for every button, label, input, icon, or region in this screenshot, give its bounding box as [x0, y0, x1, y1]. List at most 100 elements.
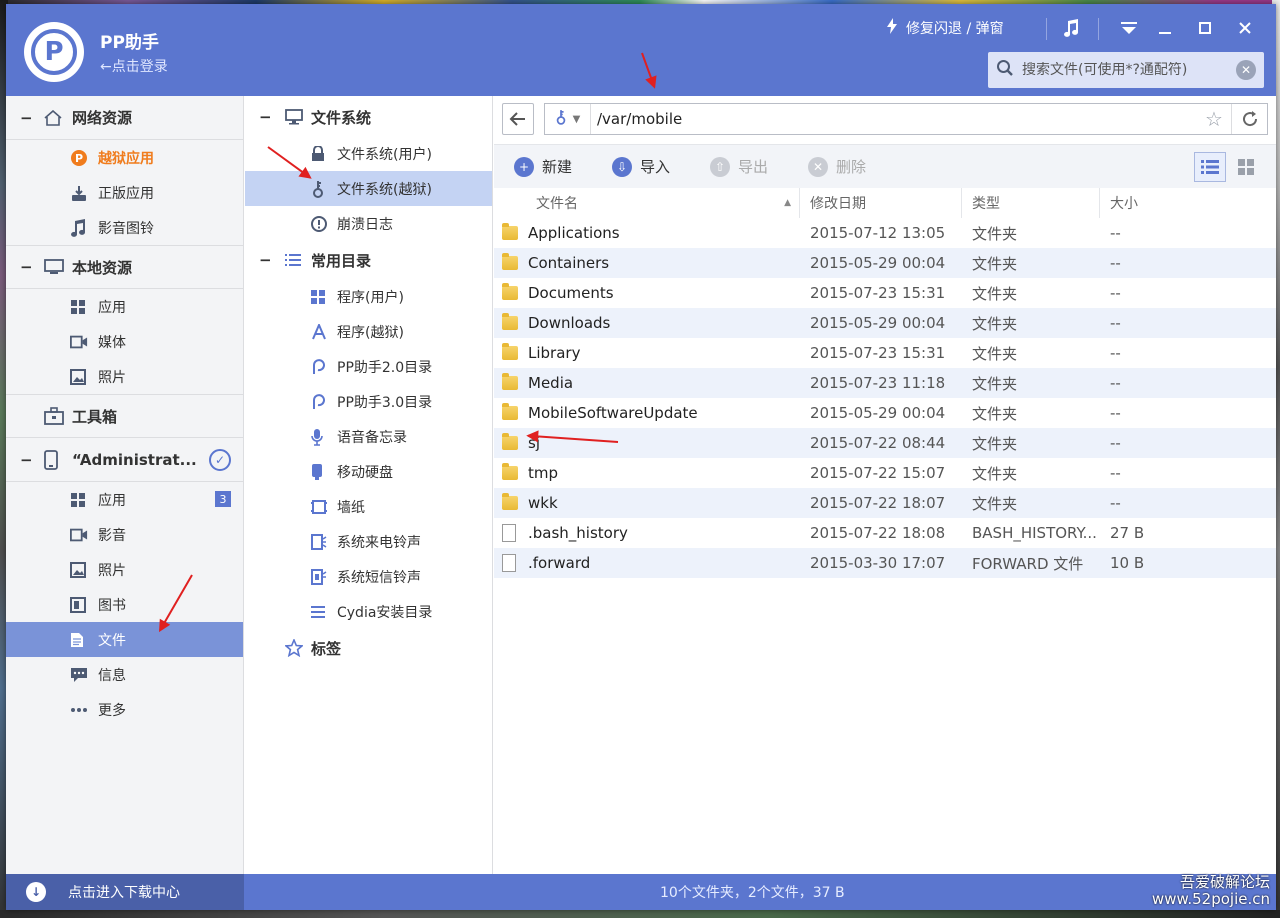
table-row[interactable]: Containers 2015-05-29 00:04 文件夹 --	[494, 248, 1276, 278]
search-input[interactable]	[1022, 62, 1236, 78]
list-view-icon[interactable]	[1194, 152, 1226, 182]
maximize-icon[interactable]	[1190, 14, 1220, 42]
nav-item-device-files[interactable]: 文件	[6, 622, 243, 657]
tree-item-wallpaper[interactable]: 墙纸	[245, 489, 492, 524]
collapse-icon[interactable]: −	[259, 108, 273, 126]
file-name-cell: .bash_history	[494, 524, 800, 542]
table-row[interactable]: Media 2015-07-23 11:18 文件夹 --	[494, 368, 1276, 398]
nav-item-device-media[interactable]: 影音	[6, 517, 243, 552]
video-camera-icon	[70, 528, 88, 542]
column-header-size[interactable]: 大小	[1100, 188, 1250, 218]
clear-search-icon[interactable]: ✕	[1236, 60, 1256, 80]
nav-section-device[interactable]: − “Administrat... ✓	[6, 438, 243, 482]
minimize-icon[interactable]	[1150, 14, 1180, 42]
nav-item-local-media[interactable]: 媒体	[6, 324, 243, 359]
tree-item-sms-ringtones[interactable]: 系统短信铃声	[245, 559, 492, 594]
tree-section-filesystem[interactable]: − 文件系统	[245, 98, 492, 136]
tree-item-cydia-dir[interactable]: Cydia安装目录	[245, 594, 492, 629]
nav-item-local-apps[interactable]: 应用	[6, 289, 243, 324]
table-row[interactable]: .bash_history 2015-07-22 18:08 BASH_HISTOR…	[494, 518, 1276, 548]
nav-section-local[interactable]: − 本地资源	[6, 245, 243, 289]
photo-icon	[70, 368, 88, 385]
file-name-cell: Documents	[494, 283, 800, 302]
folder-icon	[502, 433, 518, 450]
nav-item-genuine-apps[interactable]: 正版应用	[6, 175, 243, 210]
file-name: tmp	[528, 464, 559, 482]
table-row[interactable]: sj 2015-07-22 08:44 文件夹 --	[494, 428, 1276, 458]
tree-item-apps-user[interactable]: 程序(用户)	[245, 279, 492, 314]
grid-view-icon[interactable]	[1230, 152, 1262, 182]
app-store-a-icon	[311, 323, 327, 340]
path-input[interactable]	[591, 110, 1197, 128]
collapse-icon[interactable]: −	[20, 258, 33, 276]
tree-item-label: 文件系统(越狱)	[337, 181, 432, 198]
login-link[interactable]: ←点击登录	[100, 56, 168, 76]
file-size-cell: --	[1110, 254, 1121, 272]
tree-item-pp2-dir[interactable]: PP助手2.0目录	[245, 349, 492, 384]
nav-item-device-apps[interactable]: 应用 3	[6, 482, 243, 517]
import-button[interactable]: ⇩ 导入	[612, 156, 670, 177]
message-icon	[70, 667, 88, 683]
tree-item-label: PP助手2.0目录	[337, 359, 433, 376]
download-center-button[interactable]: ↓ 点击进入下载中心	[6, 874, 244, 910]
more-dots-icon	[70, 707, 88, 713]
column-header-name[interactable]: 文件名 ▲	[494, 188, 800, 218]
alert-circle-icon	[311, 215, 327, 232]
table-row[interactable]: tmp 2015-07-22 15:07 文件夹 --	[494, 458, 1276, 488]
tree-item-mobile-disk[interactable]: 移动硬盘	[245, 454, 492, 489]
tree-item-call-ringtones[interactable]: 系统来电铃声	[245, 524, 492, 559]
delete-button[interactable]: ✕ 删除	[808, 156, 866, 177]
table-row[interactable]: Applications 2015-07-12 13:05 文件夹 --	[494, 218, 1276, 248]
table-row[interactable]: Documents 2015-07-23 15:31 文件夹 --	[494, 278, 1276, 308]
tree-item-voice-memos[interactable]: 语音备忘录	[245, 419, 492, 454]
column-header-type[interactable]: 类型	[962, 188, 1100, 218]
back-button[interactable]	[502, 103, 534, 135]
nav-item-device-more[interactable]: 更多	[6, 692, 243, 727]
file-toolbar: + 新建 ⇩ 导入 ⇧ 导出 ✕ 删除	[494, 144, 1276, 188]
collapse-icon[interactable]: −	[20, 451, 33, 469]
nav-section-toolbox[interactable]: 工具箱	[6, 394, 243, 438]
nav-item-media-ringtones[interactable]: 影音图铃	[6, 210, 243, 245]
tree-section-common[interactable]: − 常用目录	[245, 241, 492, 279]
nav-item-jailbreak-apps[interactable]: P 越狱应用	[6, 140, 243, 175]
key-icon	[555, 108, 567, 130]
root-selector-dropdown[interactable]: ▼	[545, 104, 591, 134]
nav-item-device-messages[interactable]: 信息	[6, 657, 243, 692]
collapse-icon[interactable]: −	[20, 109, 33, 127]
table-row[interactable]: Library 2015-07-23 15:31 文件夹 --	[494, 338, 1276, 368]
table-row[interactable]: Downloads 2015-05-29 00:04 文件夹 --	[494, 308, 1276, 338]
favorite-star-icon[interactable]: ☆	[1197, 104, 1231, 134]
tree-item-label: PP助手3.0目录	[337, 394, 433, 411]
music-icon[interactable]	[1056, 14, 1086, 42]
refresh-icon[interactable]	[1231, 104, 1267, 134]
tree-item-crash-logs[interactable]: 崩溃日志	[245, 206, 492, 241]
nav-section-network[interactable]: − 网络资源	[6, 96, 243, 140]
tree-item-fs-jailbreak[interactable]: 文件系统(越狱)	[245, 171, 492, 206]
tree-item-fs-user[interactable]: 文件系统(用户)	[245, 136, 492, 171]
tree-item-apps-jailbreak[interactable]: 程序(越狱)	[245, 314, 492, 349]
tree-item-pp3-dir[interactable]: PP助手3.0目录	[245, 384, 492, 419]
download-icon: ↓	[26, 882, 46, 902]
file-name: wkk	[528, 494, 558, 512]
table-row[interactable]: MobileSoftwareUpdate 2015-05-29 00:04 文件夹 -…	[494, 398, 1276, 428]
table-row[interactable]: .forward 2015-03-30 17:07 FORWARD 文件 10 B	[494, 548, 1276, 578]
music-note-icon	[70, 218, 88, 237]
close-icon[interactable]	[1230, 14, 1260, 42]
export-button[interactable]: ⇧ 导出	[710, 156, 768, 177]
column-header-date[interactable]: 修改日期	[800, 188, 962, 218]
folder-icon	[502, 493, 518, 510]
new-button[interactable]: + 新建	[514, 156, 572, 177]
nav-item-local-photos[interactable]: 照片	[6, 359, 243, 394]
nav-item-device-books[interactable]: 图书	[6, 587, 243, 622]
collapse-icon[interactable]: −	[259, 251, 273, 269]
tree-item-label: 程序(用户)	[337, 289, 404, 306]
tree-section-tags[interactable]: 标签	[245, 629, 492, 667]
file-name-cell: MobileSoftwareUpdate	[494, 403, 800, 422]
menu-dropdown-icon[interactable]	[1114, 14, 1144, 42]
file-list-header: 文件名 ▲ 修改日期 类型 大小	[494, 188, 1276, 218]
repair-crash-button[interactable]: 修复闪退 / 弹窗	[886, 18, 1004, 38]
folder-icon	[502, 403, 518, 420]
file-date-cell: 2015-05-29 00:04	[810, 314, 946, 332]
table-row[interactable]: wkk 2015-07-22 18:07 文件夹 --	[494, 488, 1276, 518]
nav-item-device-photos[interactable]: 照片	[6, 552, 243, 587]
